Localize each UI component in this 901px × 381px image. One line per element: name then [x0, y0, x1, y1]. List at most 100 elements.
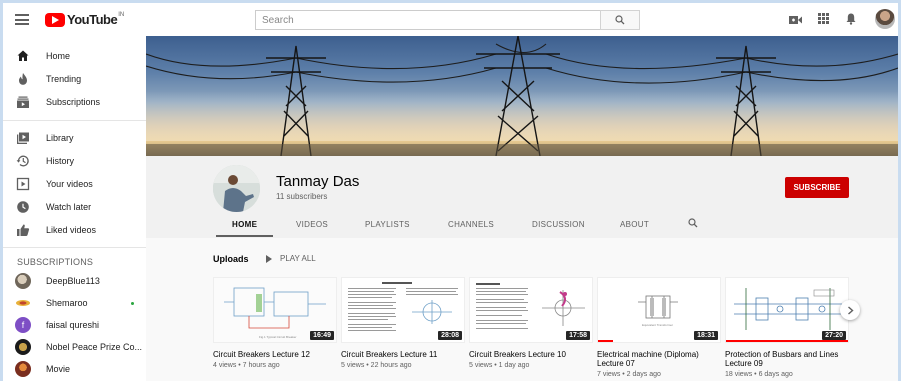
shemaroo-logo-icon [16, 300, 30, 306]
video-duration: 28:08 [438, 331, 462, 340]
uploads-heading[interactable]: Uploads [213, 254, 249, 264]
subscriptions-icon [17, 96, 29, 108]
watch-later-icon [17, 201, 29, 213]
sidebar-item-home[interactable]: Home [3, 45, 146, 67]
sidebar-item-trending[interactable]: Trending [3, 68, 146, 90]
channel-name: Tanmay Das [276, 173, 360, 190]
channel-avatar [15, 339, 31, 355]
video-thumbnail[interactable]: Equivalent Transformer 18:31 [597, 277, 721, 343]
sidebar-item-subscriptions[interactable]: Subscriptions [3, 91, 146, 113]
subscriptions-heading: SUBSCRIPTIONS [17, 257, 94, 267]
account-avatar[interactable] [875, 9, 895, 29]
subscription-label: faisal qureshi [46, 320, 100, 330]
search-icon [615, 15, 625, 25]
channel-header: Tanmay Das 11 subscribers SUBSCRIBE HOME… [146, 156, 898, 238]
video-thumbnail[interactable]: 17:58 [469, 277, 593, 343]
sidebar-item-label: History [46, 156, 75, 166]
channel-owner-photo [213, 165, 260, 212]
channel-avatar: f [15, 317, 31, 333]
sidebar-item-history[interactable]: History [3, 150, 146, 172]
video-thumbnail[interactable]: 28:08 [341, 277, 465, 343]
tab-channels[interactable]: CHANNELS [448, 220, 494, 229]
subscribe-button[interactable]: SUBSCRIBE [785, 177, 849, 198]
tab-home[interactable]: HOME [232, 220, 257, 229]
history-icon [16, 155, 29, 167]
video-card[interactable]: 28:08 Circuit Breakers Lecture 11 5 view… [341, 277, 465, 369]
create-video-icon[interactable] [789, 15, 802, 25]
video-thumbnail[interactable]: Fig.1 Typical Circuit Breaker 16:49 [213, 277, 337, 343]
video-title[interactable]: Circuit Breakers Lecture 12 [213, 350, 337, 359]
menu-icon[interactable] [15, 14, 29, 25]
subscription-label: Nobel Peace Prize Co... [46, 342, 143, 352]
sidebar-item-library[interactable]: Library [3, 127, 146, 149]
uploads-section: Uploads PLAY ALL Fig.1 Typical Circuit B… [146, 238, 898, 381]
video-title[interactable]: Circuit Breakers Lecture 10 [469, 350, 593, 359]
svg-text:Fig.1 Typical Circuit Breaker: Fig.1 Typical Circuit Breaker [259, 335, 296, 339]
sidebar-item-label: Watch later [46, 202, 92, 212]
sidebar-item-label: Home [46, 51, 71, 61]
subscription-label: DeepBlue113 [46, 276, 100, 286]
notifications-bell-icon[interactable] [846, 13, 856, 25]
subscription-item-deepblue113[interactable]: DeepBlue113 [3, 270, 146, 292]
channel-search-icon[interactable] [688, 218, 698, 228]
video-card[interactable]: Equivalent Transformer 18:31 Electrical … [597, 277, 721, 378]
sidebar-item-watch-later[interactable]: Watch later [3, 196, 146, 218]
top-bar: YouTube IN Search [3, 3, 898, 36]
channel-avatar [15, 273, 31, 289]
watch-progress-bar [726, 340, 848, 342]
video-card[interactable]: 17:58 Circuit Breakers Lecture 10 5 view… [469, 277, 593, 369]
svg-text:Equivalent Transformer: Equivalent Transformer [642, 323, 673, 327]
tab-about[interactable]: ABOUT [620, 220, 649, 229]
sidebar-divider [3, 120, 146, 121]
video-meta: 4 views • 7 hours ago [213, 362, 280, 369]
search-button[interactable] [600, 10, 640, 30]
video-duration: 17:58 [566, 331, 590, 340]
sidebar-divider [3, 247, 146, 248]
home-icon [17, 50, 29, 61]
subscription-item-shemaroo[interactable]: Shemaroo [3, 292, 146, 314]
liked-videos-icon [17, 224, 30, 236]
sidebar-item-label: Your videos [46, 179, 93, 189]
video-duration: 27:20 [822, 331, 846, 340]
video-title[interactable]: Circuit Breakers Lecture 11 [341, 350, 465, 359]
video-thumbnail[interactable]: 27:20 [725, 277, 849, 343]
subscription-item-movie[interactable]: Movie [3, 358, 146, 380]
next-arrow-button[interactable] [840, 300, 860, 320]
video-duration: 16:49 [310, 331, 334, 340]
search-input[interactable]: Search [255, 10, 600, 30]
subscription-label: Shemaroo [46, 298, 88, 308]
logo-country-code: IN [118, 11, 125, 18]
play-all-button[interactable]: PLAY ALL [266, 254, 316, 263]
youtube-logo[interactable]: YouTube IN [45, 12, 124, 27]
subscription-item-faisal-qureshi[interactable]: f faisal qureshi [3, 314, 146, 336]
video-title[interactable]: Electrical machine (Diploma) Lecture 07 [597, 350, 721, 368]
channel-banner [146, 36, 898, 156]
tab-videos[interactable]: VIDEOS [296, 220, 328, 229]
play-icon [266, 254, 272, 263]
apps-grid-icon[interactable] [818, 13, 829, 24]
sidebar-item-label: Subscriptions [46, 97, 101, 107]
subscription-item-nobel-peace-prize[interactable]: Nobel Peace Prize Co... [3, 336, 146, 358]
transmission-towers-image [146, 36, 898, 156]
video-meta: 5 views • 22 hours ago [341, 362, 412, 369]
video-card[interactable]: 27:20 Protection of Busbars and Lines Le… [725, 277, 849, 378]
chevron-right-icon [847, 305, 854, 315]
channel-avatar[interactable] [213, 165, 260, 212]
channel-avatar [15, 361, 31, 377]
tab-playlists[interactable]: PLAYLISTS [365, 220, 410, 229]
logo-text: YouTube [67, 12, 118, 27]
active-tab-indicator [216, 235, 273, 237]
subscriber-count: 11 subscribers [276, 192, 328, 201]
tab-discussion[interactable]: DISCUSSION [532, 220, 585, 229]
sidebar-item-label: Liked videos [46, 225, 97, 235]
video-meta: 5 views • 1 day ago [469, 362, 530, 369]
sidebar-item-label: Library [46, 133, 74, 143]
video-duration: 18:31 [694, 331, 718, 340]
video-card[interactable]: Fig.1 Typical Circuit Breaker 16:49 Circ… [213, 277, 337, 369]
youtube-window: YouTube IN Search Home Trending Subscrip… [3, 3, 898, 381]
sidebar-item-your-videos[interactable]: Your videos [3, 173, 146, 195]
new-content-dot [131, 301, 134, 305]
video-title[interactable]: Protection of Busbars and Lines Lecture … [725, 350, 849, 368]
sidebar-item-liked-videos[interactable]: Liked videos [3, 219, 146, 241]
trending-icon [19, 73, 27, 85]
